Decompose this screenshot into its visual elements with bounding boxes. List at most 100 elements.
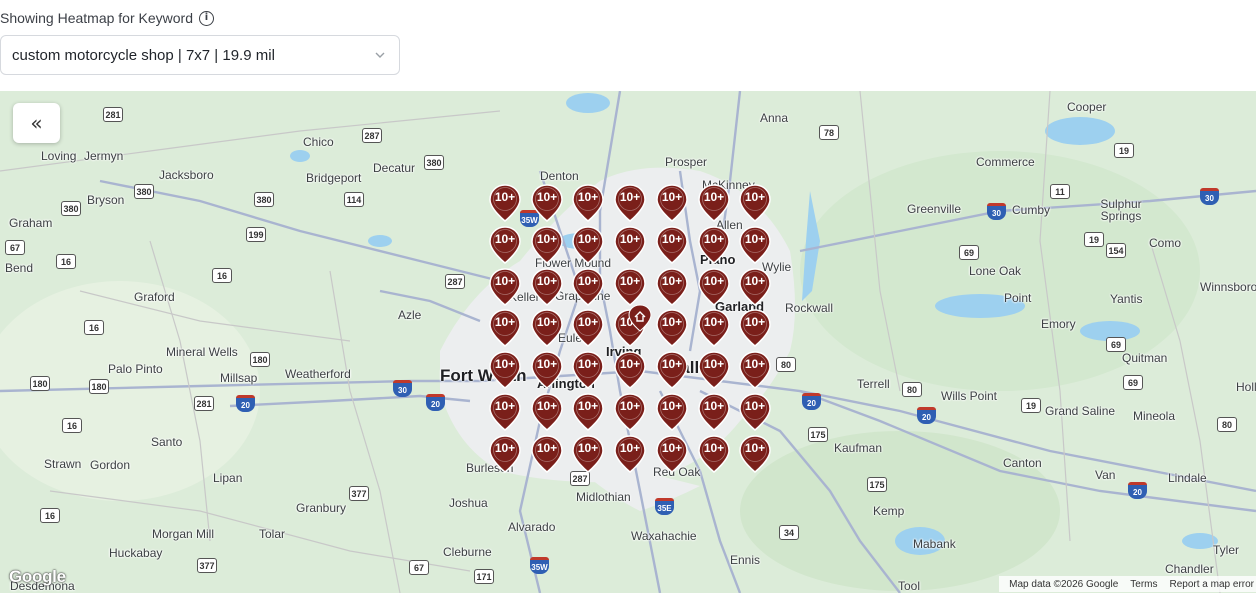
city-label: Emory [1041, 317, 1076, 331]
rank-pin[interactable]: 10+ [613, 350, 647, 390]
rank-pin[interactable]: 10+ [738, 434, 772, 474]
info-icon[interactable]: i [199, 10, 214, 26]
rank-pin[interactable]: 10+ [530, 308, 564, 348]
city-label: Millsap [220, 371, 258, 385]
map-attribution: Map data ©2026 Google Terms Report a map… [999, 576, 1256, 592]
chevron-down-icon [375, 52, 385, 58]
terms-link[interactable]: Terms [1130, 579, 1157, 590]
rank-pin[interactable]: 10+ [613, 183, 647, 223]
rank-pin[interactable]: 10+ [571, 308, 605, 348]
rank-pin[interactable]: 10+ [488, 392, 522, 432]
rank-pin[interactable]: 10+ [488, 267, 522, 307]
city-label: Jermyn [84, 149, 124, 163]
rank-pin[interactable]: 10+ [655, 267, 689, 307]
city-label: Commerce [976, 155, 1035, 169]
rank-pin-label: 10+ [703, 274, 725, 288]
rank-pin[interactable]: 10+ [738, 350, 772, 390]
interstate-shield: 20 [236, 395, 255, 412]
route-shield: 19 [1021, 398, 1041, 413]
city-label: Van [1095, 468, 1116, 482]
heatmap-heading: Showing Heatmap for Keyword i [0, 10, 214, 26]
route-shield: 199 [246, 227, 266, 242]
rank-pin[interactable]: 10+ [655, 392, 689, 432]
interstate-shield: 30 [1200, 188, 1219, 205]
rank-pin[interactable]: 10+ [697, 392, 731, 432]
rank-pin[interactable]: 10+ [738, 183, 772, 223]
rank-pin[interactable]: 10+ [613, 434, 647, 474]
route-shield: 287 [362, 128, 382, 143]
google-logo: Google [9, 567, 66, 586]
rank-pin[interactable]: 10+ [613, 225, 647, 265]
rank-pin[interactable]: 10+ [655, 434, 689, 474]
rank-pin[interactable]: 10+ [488, 225, 522, 265]
rank-pin[interactable]: 10+ [738, 392, 772, 432]
city-label: Terrell [857, 377, 890, 391]
city-label: Tyler [1213, 543, 1240, 557]
city-label: Tolar [259, 527, 286, 541]
city-label: Chico [303, 135, 334, 149]
rank-pin[interactable]: 10+ [697, 308, 731, 348]
rank-pin[interactable]: 10+ [697, 225, 731, 265]
rank-pin[interactable]: 10+ [571, 392, 605, 432]
collapse-panel-button[interactable]: « [13, 103, 60, 143]
rank-pin[interactable]: 10+ [571, 225, 605, 265]
rank-pin[interactable]: 10+ [530, 267, 564, 307]
rank-pin[interactable]: 10+ [738, 267, 772, 307]
rank-pin-label: 10+ [619, 190, 641, 204]
rank-pin[interactable]: 10+ [655, 350, 689, 390]
route-shield: 16 [212, 268, 232, 283]
rank-pin[interactable]: 10+ [571, 267, 605, 307]
rank-pin[interactable]: 10+ [571, 183, 605, 223]
rank-pin-label: 10+ [619, 232, 641, 246]
rank-pin[interactable]: 10+ [697, 350, 731, 390]
report-map-error-link[interactable]: Report a map error [1170, 579, 1254, 590]
city-label: Denton [540, 169, 579, 183]
rank-pin[interactable]: 10+ [488, 183, 522, 223]
rank-pin[interactable]: 10+ [488, 434, 522, 474]
rank-pin[interactable]: 10+ [738, 225, 772, 265]
route-shield: 80 [902, 382, 922, 397]
rank-pin-label: 10+ [494, 441, 516, 455]
rank-pin[interactable]: 10+ [697, 267, 731, 307]
route-shield: 34 [779, 525, 799, 540]
route-shield: 175 [867, 477, 887, 492]
city-label: Bend [5, 261, 34, 275]
heatmap-map[interactable]: « Loving Jermyn Chico Decatur Denton Pro… [0, 91, 1256, 593]
keyword-select[interactable]: custom motorcycle shop | 7x7 | 19.9 mil [0, 35, 400, 75]
rank-pin-label: 10+ [536, 274, 558, 288]
route-shield: 114 [344, 192, 364, 207]
route-shield: 16 [40, 508, 60, 523]
rank-pin-label: 10+ [494, 232, 516, 246]
home-icon [628, 304, 652, 332]
rank-pin[interactable]: 10+ [530, 183, 564, 223]
city-label: Grand Saline [1045, 404, 1116, 418]
rank-pin[interactable]: 10+ [655, 308, 689, 348]
city-label: Azle [398, 308, 422, 322]
rank-pin[interactable]: 10+ [738, 308, 772, 348]
route-shield: 19 [1084, 232, 1104, 247]
route-shield: 69 [959, 245, 979, 260]
city-label: Point [1004, 291, 1032, 305]
rank-pin[interactable]: 10+ [571, 350, 605, 390]
rank-pin[interactable]: 10+ [530, 434, 564, 474]
city-label: Weatherford [285, 367, 351, 381]
rank-pin[interactable]: 10+ [530, 350, 564, 390]
rank-pin[interactable]: 10+ [571, 434, 605, 474]
rank-pin[interactable]: 10+ [613, 392, 647, 432]
route-shield: 380 [61, 201, 81, 216]
rank-pin[interactable]: 10+ [655, 183, 689, 223]
rank-pin-label: 10+ [703, 357, 725, 371]
rank-pin[interactable]: 10+ [530, 225, 564, 265]
route-shield: 11 [1050, 184, 1070, 199]
rank-pin[interactable]: 10+ [530, 392, 564, 432]
rank-pin[interactable]: 10+ [613, 267, 647, 307]
route-shield: 180 [89, 379, 109, 394]
rank-pin[interactable]: 10+ [697, 183, 731, 223]
business-location-pin[interactable] [627, 304, 653, 332]
rank-pin-label: 10+ [661, 399, 683, 413]
rank-pin[interactable]: 10+ [655, 225, 689, 265]
rank-pin-label: 10+ [661, 357, 683, 371]
rank-pin[interactable]: 10+ [488, 350, 522, 390]
rank-pin[interactable]: 10+ [697, 434, 731, 474]
rank-pin[interactable]: 10+ [488, 308, 522, 348]
